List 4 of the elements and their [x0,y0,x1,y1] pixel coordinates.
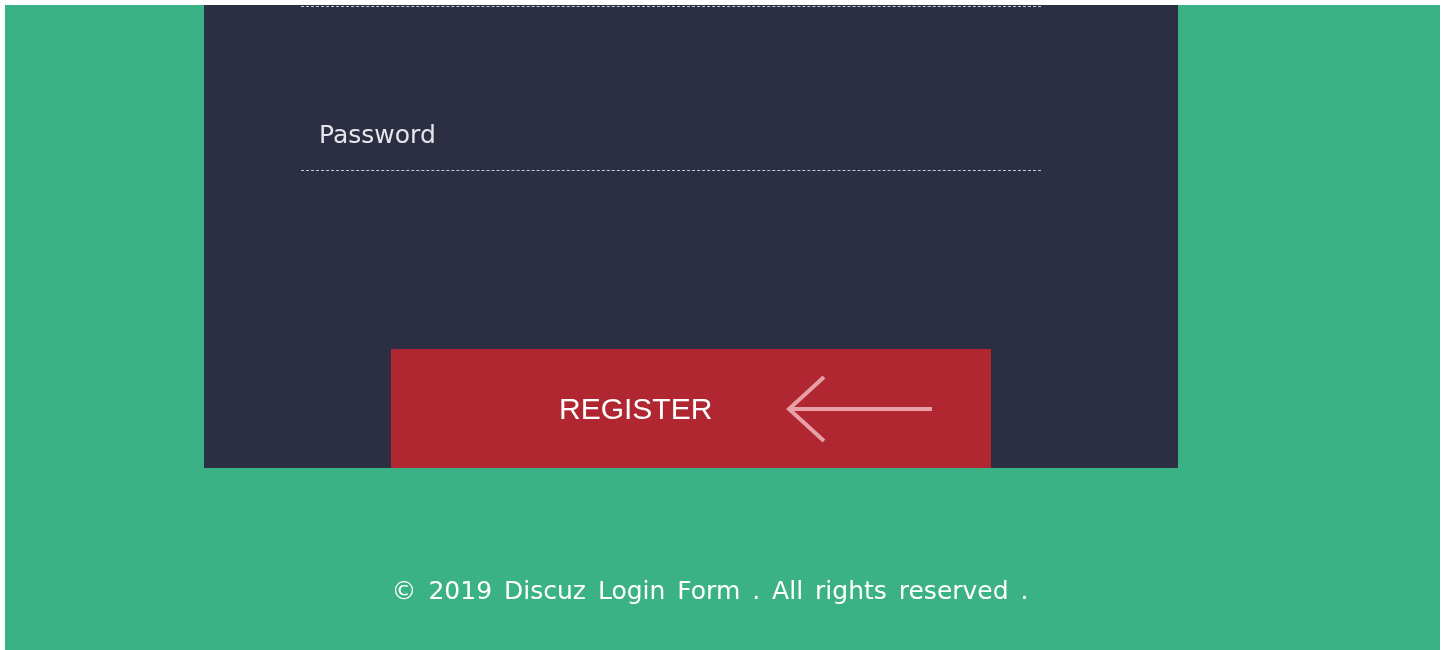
arrow-left-icon [786,374,935,443]
copyright-text: © 2019 Discuz Login Form . All rights reserved . [391,576,1029,605]
password-field[interactable]: Password [301,107,1041,171]
register-button[interactable]: REGISTER [391,349,991,468]
